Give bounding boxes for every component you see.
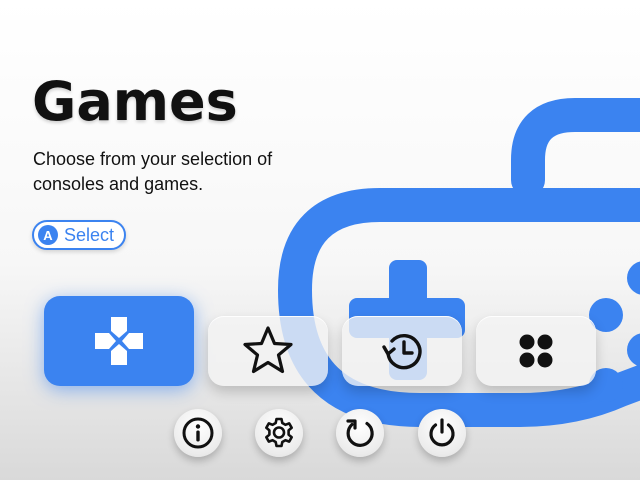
tile-games[interactable]	[44, 296, 194, 386]
star-icon	[243, 326, 293, 374]
dpad-icon	[95, 317, 143, 365]
select-hint-label: Select	[64, 224, 115, 245]
grid-icon	[519, 334, 553, 368]
settings-button[interactable]	[255, 409, 303, 457]
refresh-icon	[346, 419, 374, 447]
select-hint-button[interactable]: A Select	[32, 220, 127, 250]
page-title: Games	[32, 70, 238, 133]
a-button-icon: A	[38, 225, 58, 245]
tile-recent[interactable]	[342, 316, 462, 386]
power-button[interactable]	[418, 409, 466, 457]
restart-button[interactable]	[336, 409, 384, 457]
tile-favorites[interactable]	[208, 316, 328, 386]
tile-apps[interactable]	[476, 316, 596, 386]
info-icon	[182, 417, 214, 449]
page-subtitle: Choose from your selection of consoles a…	[33, 149, 273, 194]
history-icon	[382, 333, 422, 370]
info-button[interactable]	[174, 409, 222, 457]
power-icon	[429, 418, 455, 447]
gear-icon	[265, 417, 293, 448]
